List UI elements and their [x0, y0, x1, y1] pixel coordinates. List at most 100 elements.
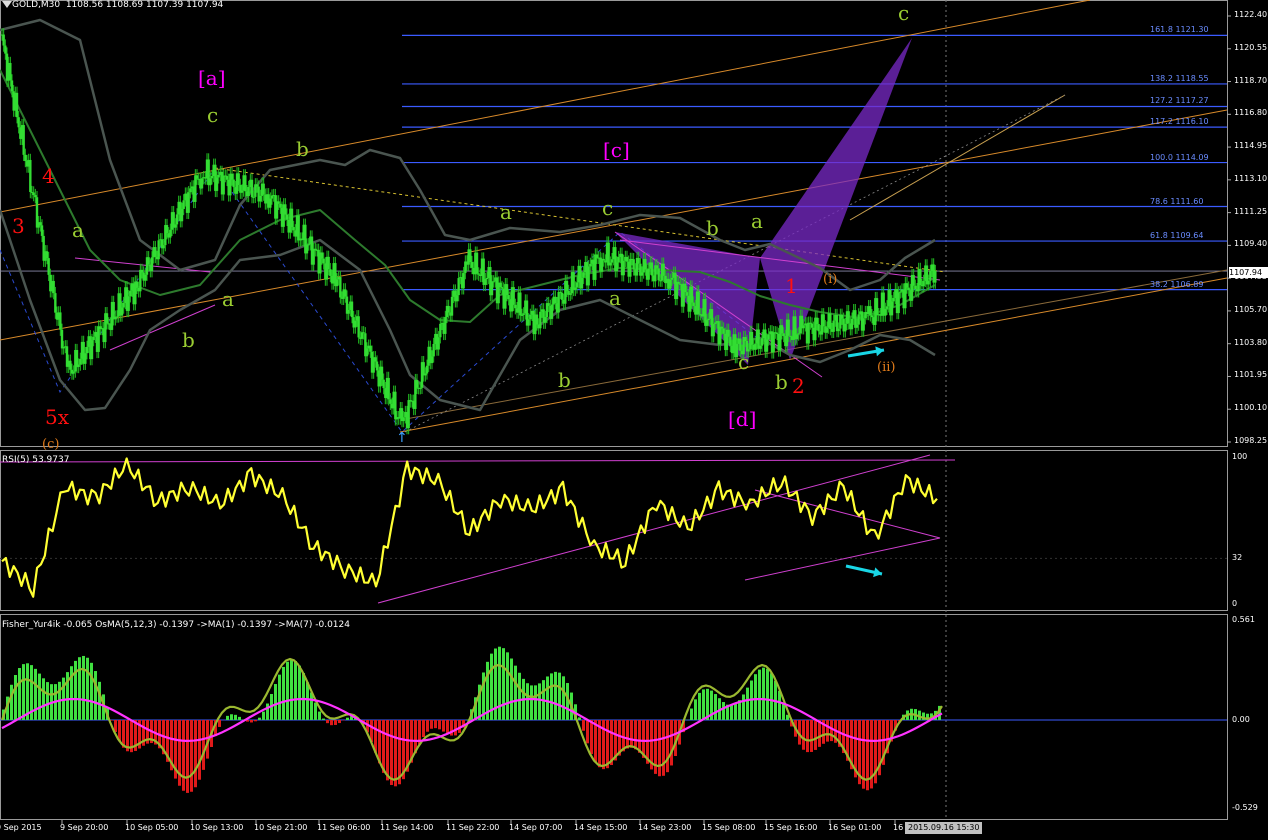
osma-bar [518, 672, 521, 720]
osma-bar [694, 699, 697, 720]
candle-body [154, 247, 157, 257]
candle-body [284, 204, 287, 215]
fisher-header: Fisher_Yur4ik -0.065 OsMA(5,12,3) -0.139… [2, 620, 350, 630]
main-panel-frame [0, 0, 1228, 447]
candle-body [262, 183, 265, 195]
time-axis-label: 11 Sep 14:00 [380, 823, 434, 832]
osma-bar [38, 673, 41, 720]
candle-body [607, 242, 610, 266]
candle-body [225, 176, 229, 180]
candle-body [825, 327, 829, 333]
candle-body [557, 292, 560, 313]
candle-body [832, 320, 835, 332]
osma-bar [42, 678, 45, 720]
time-axis-label: 16 Sep 01:00 [828, 823, 882, 832]
osma-bar [230, 714, 233, 720]
fisher-axis-label: 0.00 [1232, 715, 1250, 724]
osma-bar [382, 720, 385, 773]
candle-body [707, 318, 710, 321]
wave-label: a [72, 218, 84, 242]
candle-body [150, 257, 154, 272]
candle-body [182, 200, 185, 209]
candle-body [685, 292, 689, 296]
osma-bar [334, 720, 337, 725]
candle-body [829, 313, 832, 330]
candle-body [79, 358, 82, 365]
candle-body [844, 323, 847, 332]
candle-body [357, 316, 360, 338]
candle-body [165, 225, 169, 234]
time-axis-label: 11 Sep 22:00 [446, 823, 500, 832]
rsi-line [1, 457, 938, 598]
candle-body [444, 317, 447, 334]
candle-body [135, 281, 139, 288]
collapse-arrow-icon[interactable] [2, 1, 12, 8]
candle-body [499, 282, 502, 288]
osma-bar [330, 720, 333, 726]
osma-bar [338, 720, 341, 724]
price-axis-label: 1122.40 [1234, 10, 1268, 19]
osma-bar [274, 684, 277, 720]
candle-body [129, 290, 132, 297]
price-axis-label: 1100.10 [1234, 403, 1268, 413]
osma-bar [186, 720, 189, 793]
price-axis-label: 1113.10 [1234, 173, 1268, 183]
osma-bar [46, 682, 49, 720]
candle-body [15, 92, 19, 118]
osma-bar [638, 720, 641, 753]
price-axis-label: 1098.25 [1234, 436, 1268, 445]
candle-body [52, 280, 55, 294]
candle-body [837, 328, 840, 332]
wave-label: 5x [45, 405, 70, 429]
osma-bar [582, 720, 585, 731]
candle-body [259, 195, 262, 202]
candle-body [477, 273, 480, 275]
candle-body [644, 258, 647, 270]
candle-body [215, 177, 219, 191]
candle-body [729, 336, 732, 346]
osma-bar [502, 648, 505, 720]
osma-bar [82, 655, 85, 720]
candle-body [469, 249, 472, 263]
candle-body [17, 117, 20, 128]
candle-body [277, 201, 280, 204]
candle-body [934, 271, 937, 283]
osma-bar [442, 720, 445, 732]
candle-body [157, 240, 160, 260]
candle-body [929, 270, 932, 281]
osma-bar [722, 702, 725, 720]
wave-label: (c) [42, 437, 60, 452]
candle-body [194, 175, 197, 202]
candle-body [822, 314, 825, 327]
fib-level-label: 78.6 1111.60 [1150, 196, 1204, 206]
ohlc-values: 1108.56 1108.69 1107.39 1107.94 [65, 0, 224, 10]
candle-body [647, 268, 650, 280]
osma-bar [830, 720, 833, 742]
osma-bar [34, 668, 37, 720]
candle-body [692, 302, 695, 307]
candle-body [437, 337, 440, 350]
candle-body [892, 297, 895, 302]
candle-body [765, 339, 769, 352]
osma-bar [606, 720, 609, 769]
candle-body [252, 196, 255, 198]
osma-bar [182, 720, 185, 791]
osma-bar [534, 685, 537, 720]
candle-body [387, 377, 390, 400]
wave-label: a [222, 287, 234, 311]
price-axis-label: 1109.40 [1234, 239, 1268, 249]
candle-body [424, 373, 427, 376]
candle-body [719, 326, 722, 345]
candle-body [92, 336, 95, 341]
osma-bar [262, 711, 265, 720]
candle-body [144, 274, 147, 281]
candle-body [250, 179, 254, 198]
fisher-axis-label: -0.529 [1232, 803, 1258, 812]
time-axis-label: 10 Sep 21:00 [254, 823, 308, 832]
time-axis-label: 9 Sep 2015 [0, 823, 42, 832]
candle-body [919, 268, 922, 286]
candle-body [279, 203, 282, 208]
candle-body [285, 214, 289, 220]
candle-body [617, 257, 620, 263]
candle-body [905, 283, 909, 288]
